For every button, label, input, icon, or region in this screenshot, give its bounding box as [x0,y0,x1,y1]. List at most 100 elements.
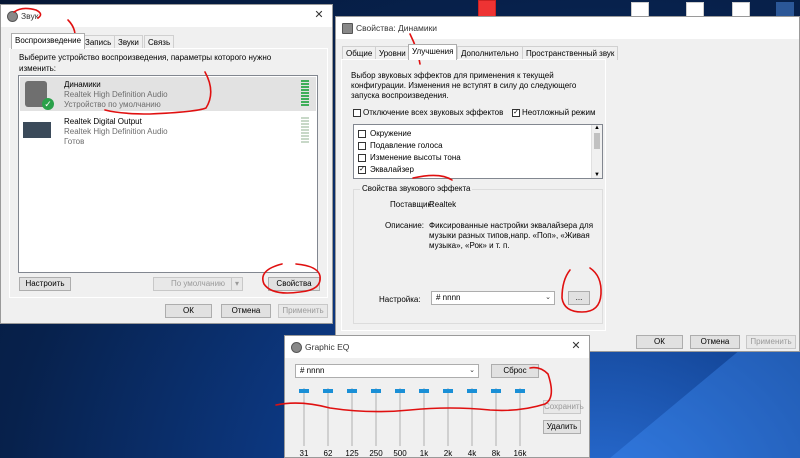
tab-advanced[interactable]: Дополнительно [457,46,523,60]
eq-slider-track[interactable] [375,388,377,446]
close-icon[interactable]: ✕ [312,8,326,22]
device-status: Готов [64,137,85,146]
chevron-down-icon[interactable]: ⌄ [545,292,551,304]
setting-select[interactable]: # nnnn ⌄ [431,291,555,305]
eq-slider-thumb[interactable] [395,389,405,393]
device-name: Realtek Digital Output [64,117,142,126]
enhancements-description: Выбор звуковых эффектов для применения к… [351,71,577,100]
device-list: ✓ Динамики Realtek High Definition Audio… [18,75,318,273]
sound-dialog: Звук ✕ Воспроизведение Запись Звуки Связ… [0,4,333,324]
cancel-button[interactable]: Отмена [221,304,271,318]
apply-button[interactable]: Применить [278,304,328,318]
eq-titlebar[interactable]: Graphic EQ ✕ [285,336,589,358]
chevron-down-icon[interactable]: ▼ [592,172,602,178]
effect-checkbox[interactable]: ✓ [358,166,366,174]
properties-title: Свойства: Динамики [356,23,438,33]
scrollbar-thumb[interactable] [594,133,600,149]
eq-slider-track[interactable] [399,388,401,446]
effects-scrollbar[interactable]: ▲ ▼ [591,125,602,178]
immediate-mode-checkbox[interactable]: ✓ [512,109,520,117]
eq-band-label: 16k [513,449,527,458]
tab-levels[interactable]: Уровни [375,46,410,60]
chevron-up-icon[interactable]: ▲ [592,125,602,131]
effect-checkbox[interactable] [358,142,366,150]
eq-slider-track[interactable] [495,388,497,446]
disable-all-checkbox[interactable] [353,109,361,117]
eq-app-icon [291,342,302,353]
eq-preset-value: # nnnn [300,366,325,375]
effect-label: Подавление голоса [370,141,443,150]
eq-slider-track[interactable] [423,388,425,446]
effects-list: Окружение Подавление голоса Изменение вы… [353,124,603,179]
eq-slider-thumb[interactable] [515,389,525,393]
eq-title: Graphic EQ [305,342,350,352]
speaker-icon [7,11,18,22]
effect-checkbox[interactable] [358,130,366,138]
digital-output-icon [23,122,51,138]
check-badge-icon: ✓ [42,98,54,110]
set-default-label: По умолчанию [170,279,226,288]
configure-button[interactable]: Настроить [19,277,71,291]
tab-playback[interactable]: Воспроизведение [11,33,86,49]
ok-button[interactable]: ОК [165,304,212,318]
eq-slider-track[interactable] [303,388,305,446]
immediate-mode-label: Неотложный режим [522,108,596,117]
effect-checkbox[interactable] [358,154,366,162]
eq-slider-track[interactable] [351,388,353,446]
eq-band-label: 1k [419,449,429,458]
provider-value: Realtek [429,200,457,209]
eq-slider-thumb[interactable] [443,389,453,393]
eq-slider-track[interactable] [519,388,521,446]
speaker-properties-dialog: Свойства: Динамики Общие Уровни Улучшени… [335,16,800,352]
description-value: Фиксированные настройки эквалайзера для … [429,221,594,250]
tab-enhancements[interactable]: Улучшения [408,44,458,60]
device-row[interactable]: ✓ Динамики Realtek High Definition Audio… [20,77,316,111]
volume-meter [301,117,309,144]
save-preset-button[interactable]: Сохранить [543,400,584,414]
chevron-down-icon[interactable]: ⌄ [469,365,475,377]
setting-value: # nnnn [436,293,461,302]
properties-button[interactable]: Свойства [268,277,320,291]
effect-properties-title: Свойства звукового эффекта [360,184,473,193]
apply-button[interactable]: Применить [746,335,796,349]
reset-button[interactable]: Сброс [491,364,539,378]
device-row[interactable]: Realtek Digital Output Realtek High Defi… [20,114,316,148]
eq-preset-select[interactable]: # nnnn ⌄ [295,364,479,378]
cancel-button[interactable]: Отмена [690,335,740,349]
eq-slider-track[interactable] [447,388,449,446]
tab-recording[interactable]: Запись [81,35,116,49]
effect-label: Окружение [370,129,412,138]
close-icon[interactable]: ✕ [569,339,583,353]
eq-slider-thumb[interactable] [323,389,333,393]
description-label: Описание: [385,221,425,230]
eq-slider-thumb[interactable] [419,389,429,393]
playback-panel: Выберите устройство воспроизведения, пар… [9,48,328,298]
device-driver: Realtek High Definition Audio [64,90,168,99]
eq-slider-thumb[interactable] [491,389,501,393]
properties-titlebar[interactable]: Свойства: Динамики [336,17,799,39]
more-settings-button[interactable]: ... [568,291,590,305]
chevron-down-icon[interactable]: ▾ [231,278,242,290]
tab-general[interactable]: Общие [342,46,377,60]
sound-title: Звук [21,11,39,21]
eq-band-label: 125 [345,449,359,458]
eq-slider-thumb[interactable] [347,389,357,393]
eq-slider-track[interactable] [327,388,329,446]
tab-spatial-sound[interactable]: Пространственный звук [522,46,619,60]
graphic-eq-window: Graphic EQ ✕ # nnnn ⌄ Сброс Сохранить Уд… [284,335,590,458]
tab-communication[interactable]: Связь [144,35,175,49]
eq-slider-track[interactable] [471,388,473,446]
setting-label: Настройка: [379,295,421,304]
set-default-button[interactable]: По умолчанию ▾ [153,277,243,291]
eq-band-label: 8k [491,449,501,458]
eq-slider-thumb[interactable] [299,389,309,393]
tab-sounds[interactable]: Звуки [114,35,143,49]
ok-button[interactable]: ОК [636,335,683,349]
disable-all-label: Отключение всех звуковых эффектов [363,108,504,117]
eq-slider-thumb[interactable] [371,389,381,393]
provider-label: Поставщик: [390,200,434,209]
delete-preset-button[interactable]: Удалить [543,420,581,434]
eq-band-label: 31 [299,449,309,458]
eq-slider-thumb[interactable] [467,389,477,393]
sound-titlebar[interactable]: Звук ✕ [1,5,332,27]
